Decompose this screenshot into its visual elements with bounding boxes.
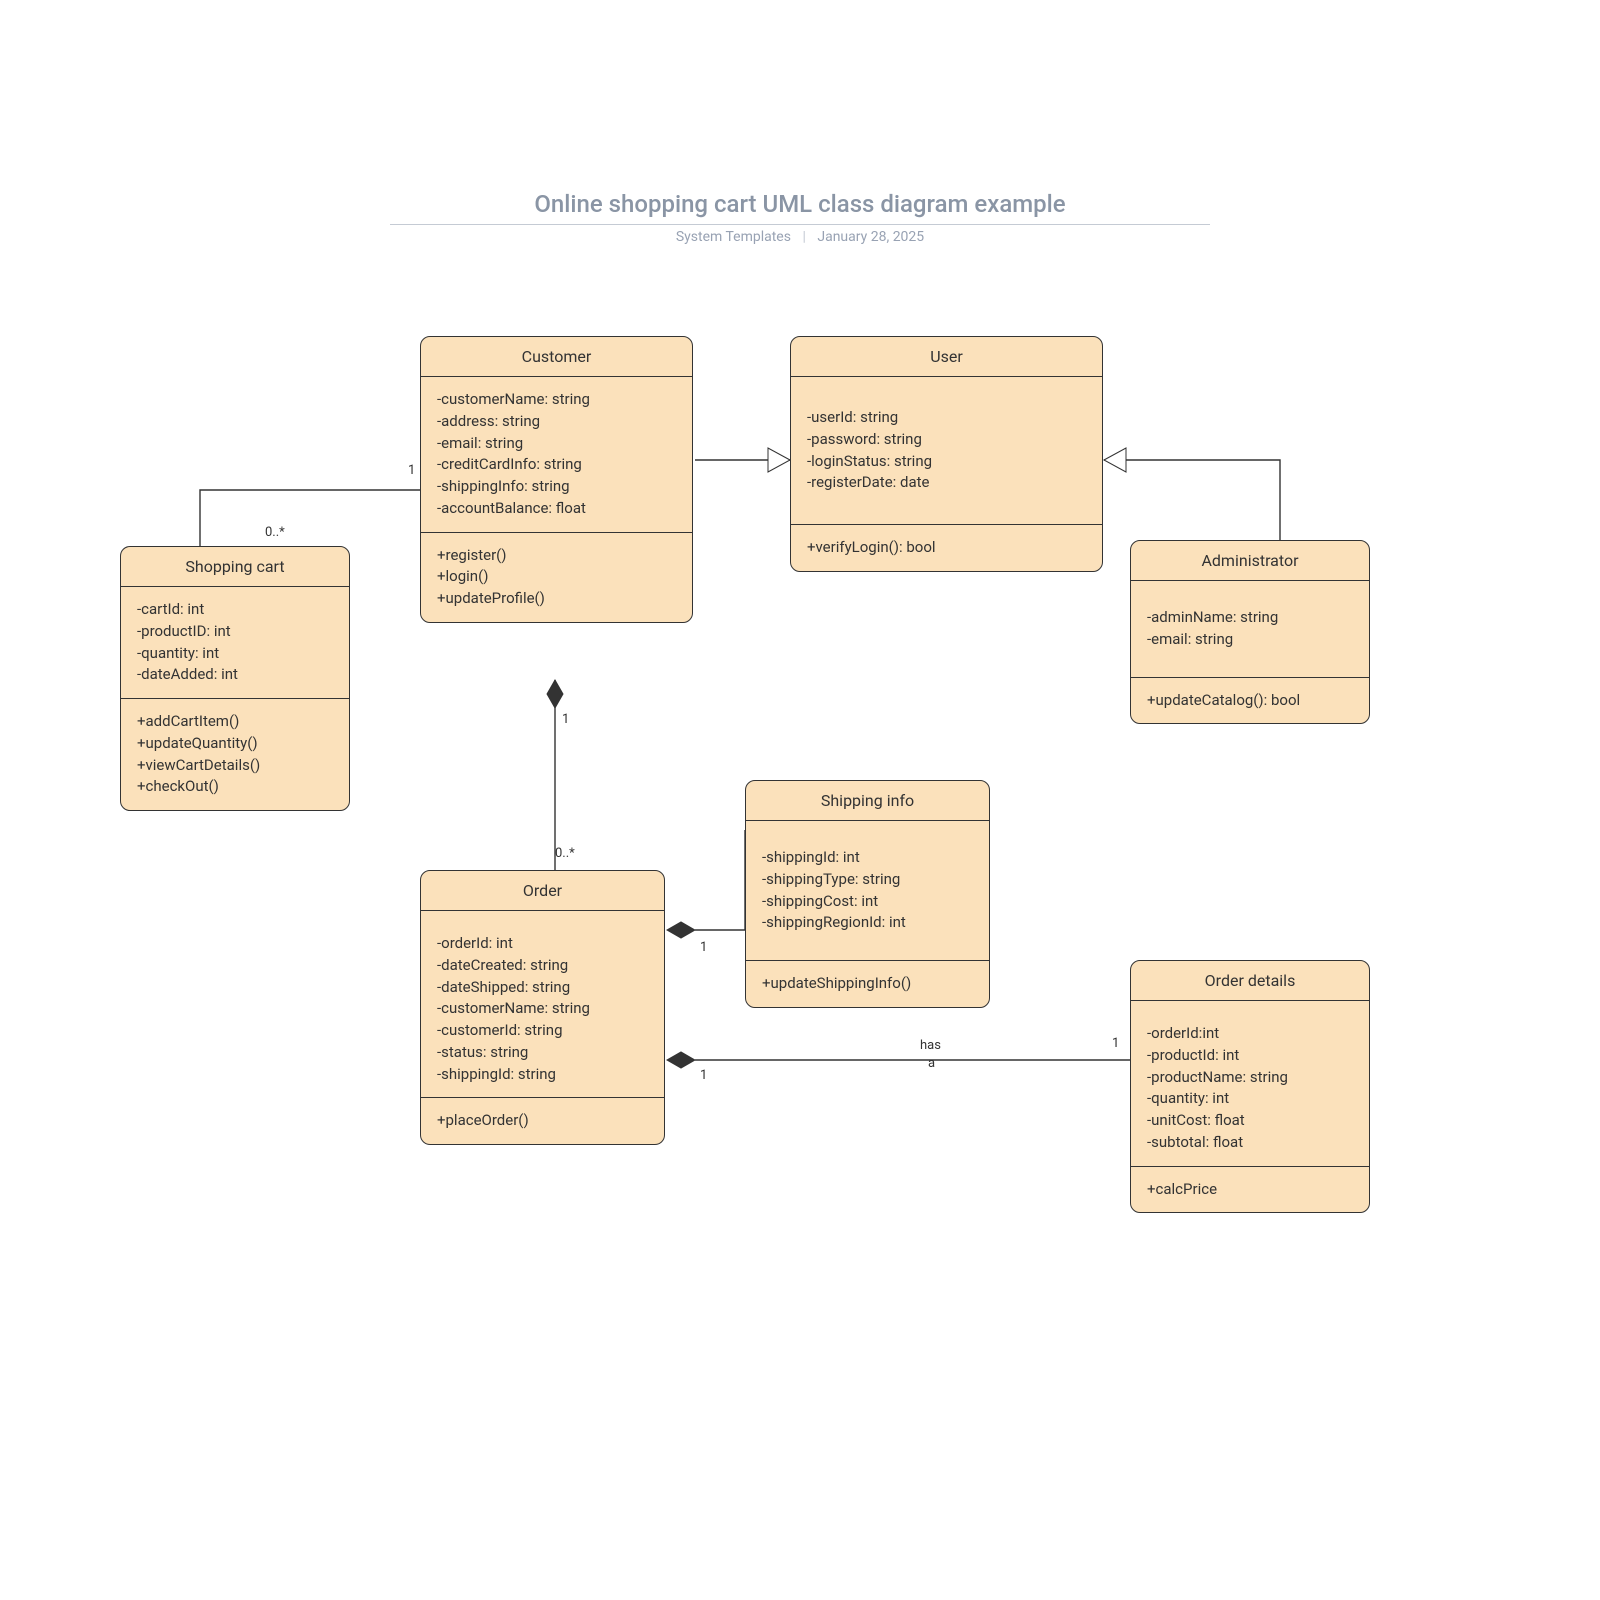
class-ops: +updateShippingInfo()	[746, 961, 989, 1007]
member-row: +updateProfile()	[437, 588, 676, 610]
class-attrs: -userId: string-password: string-loginSt…	[791, 377, 1102, 525]
member-row: +updateQuantity()	[137, 733, 333, 755]
member-row: +checkOut()	[137, 776, 333, 798]
class-name: User	[791, 337, 1102, 377]
member-row: +addCartItem()	[137, 711, 333, 733]
class-ops: +calcPrice	[1131, 1167, 1369, 1213]
class-administrator: Administrator -adminName: string-email: …	[1130, 540, 1370, 724]
mult-customer-cart-0s: 0..*	[265, 525, 285, 540]
member-row: -productName: string	[1147, 1067, 1353, 1089]
class-attrs: -adminName: string-email: string	[1131, 581, 1369, 678]
class-ops: +register()+login()+updateProfile()	[421, 533, 692, 622]
class-name: Administrator	[1131, 541, 1369, 581]
member-row: -registerDate: date	[807, 472, 1086, 494]
class-attrs: -orderId: int-dateCreated: string-dateSh…	[421, 911, 664, 1098]
class-customer: Customer -customerName: string-address: …	[420, 336, 693, 623]
member-row: -creditCardInfo: string	[437, 454, 676, 476]
member-row: +viewCartDetails()	[137, 755, 333, 777]
member-row: -dateCreated: string	[437, 955, 648, 977]
separator: |	[802, 229, 805, 245]
mult-order-details-b: 1	[1112, 1036, 1119, 1051]
diagram-title: Online shopping cart UML class diagram e…	[0, 190, 1600, 218]
role-a: a	[928, 1056, 935, 1071]
mult-order-shipping-a: 1	[700, 940, 707, 955]
class-ops: +verifyLogin(): bool	[791, 525, 1102, 571]
class-name: Shipping info	[746, 781, 989, 821]
member-row: +placeOrder()	[437, 1110, 648, 1132]
class-attrs: -orderId:int-productId: int-productName:…	[1131, 1001, 1369, 1167]
member-row: -unitCost: float	[1147, 1110, 1353, 1132]
member-row: -adminName: string	[1147, 607, 1353, 629]
member-row: -address: string	[437, 411, 676, 433]
member-row: -accountBalance: float	[437, 498, 676, 520]
title-rule	[390, 224, 1210, 225]
mult-customer-order-1: 1	[562, 712, 569, 727]
diagram-header: Online shopping cart UML class diagram e…	[0, 190, 1600, 245]
diagram-subtitle: System Templates | January 28, 2025	[0, 229, 1600, 245]
member-row: -dateShipped: string	[437, 977, 648, 999]
member-row: -shippingRegionId: int	[762, 912, 973, 934]
class-attrs: -cartId: int-productID: int-quantity: in…	[121, 587, 349, 699]
class-order-details: Order details -orderId:int-productId: in…	[1130, 960, 1370, 1213]
mult-order-details-a: 1	[700, 1068, 707, 1083]
member-row: -shippingInfo: string	[437, 476, 676, 498]
member-row: -subtotal: float	[1147, 1132, 1353, 1154]
member-row: -userId: string	[807, 407, 1086, 429]
member-row: -orderId:int	[1147, 1023, 1353, 1045]
member-row: +register()	[437, 545, 676, 567]
member-row: -shippingId: int	[762, 847, 973, 869]
member-row: -status: string	[437, 1042, 648, 1064]
member-row: -productId: int	[1147, 1045, 1353, 1067]
arrow-customer-user	[768, 448, 790, 472]
date-label: January 28, 2025	[817, 229, 924, 245]
class-ops: +placeOrder()	[421, 1098, 664, 1144]
class-user: User -userId: string-password: string-lo…	[790, 336, 1103, 572]
member-row: -customerName: string	[437, 389, 676, 411]
edge-order-shipping	[695, 830, 745, 930]
role-has: has	[920, 1038, 941, 1053]
member-row: -quantity: int	[137, 643, 333, 665]
member-row: -customerName: string	[437, 998, 648, 1020]
member-row: -shippingCost: int	[762, 891, 973, 913]
class-name: Order details	[1131, 961, 1369, 1001]
class-name: Order	[421, 871, 664, 911]
member-row: +updateShippingInfo()	[762, 973, 973, 995]
member-row: -loginStatus: string	[807, 451, 1086, 473]
edge-customer-cart	[200, 490, 420, 546]
member-row: -quantity: int	[1147, 1088, 1353, 1110]
member-row: +login()	[437, 566, 676, 588]
member-row: -cartId: int	[137, 599, 333, 621]
class-shipping-info: Shipping info -shippingId: int-shippingT…	[745, 780, 990, 1008]
member-row: +updateCatalog(): bool	[1147, 690, 1353, 712]
author-label: System Templates	[676, 229, 791, 245]
member-row: +calcPrice	[1147, 1179, 1353, 1201]
member-row: -shippingType: string	[762, 869, 973, 891]
member-row: -password: string	[807, 429, 1086, 451]
member-row: -email: string	[1147, 629, 1353, 651]
class-name: Shopping cart	[121, 547, 349, 587]
diamond-customer-order	[547, 680, 563, 708]
member-row: +verifyLogin(): bool	[807, 537, 1086, 559]
member-row: -email: string	[437, 433, 676, 455]
mult-customer-cart-1: 1	[408, 463, 415, 478]
arrow-admin-user	[1104, 448, 1126, 472]
class-name: Customer	[421, 337, 692, 377]
class-shopping-cart: Shopping cart -cartId: int-productID: in…	[120, 546, 350, 811]
member-row: -orderId: int	[437, 933, 648, 955]
member-row: -shippingId: string	[437, 1064, 648, 1086]
class-order: Order -orderId: int-dateCreated: string-…	[420, 870, 665, 1145]
diamond-order-shipping	[667, 922, 695, 938]
diamond-order-details	[667, 1052, 695, 1068]
member-row: -customerId: string	[437, 1020, 648, 1042]
class-attrs: -customerName: string-address: string-em…	[421, 377, 692, 533]
class-ops: +addCartItem()+updateQuantity()+viewCart…	[121, 699, 349, 810]
member-row: -productID: int	[137, 621, 333, 643]
member-row: -dateAdded: int	[137, 664, 333, 686]
mult-customer-order-0s: 0..*	[555, 846, 575, 861]
class-attrs: -shippingId: int-shippingType: string-sh…	[746, 821, 989, 961]
class-ops: +updateCatalog(): bool	[1131, 678, 1369, 724]
